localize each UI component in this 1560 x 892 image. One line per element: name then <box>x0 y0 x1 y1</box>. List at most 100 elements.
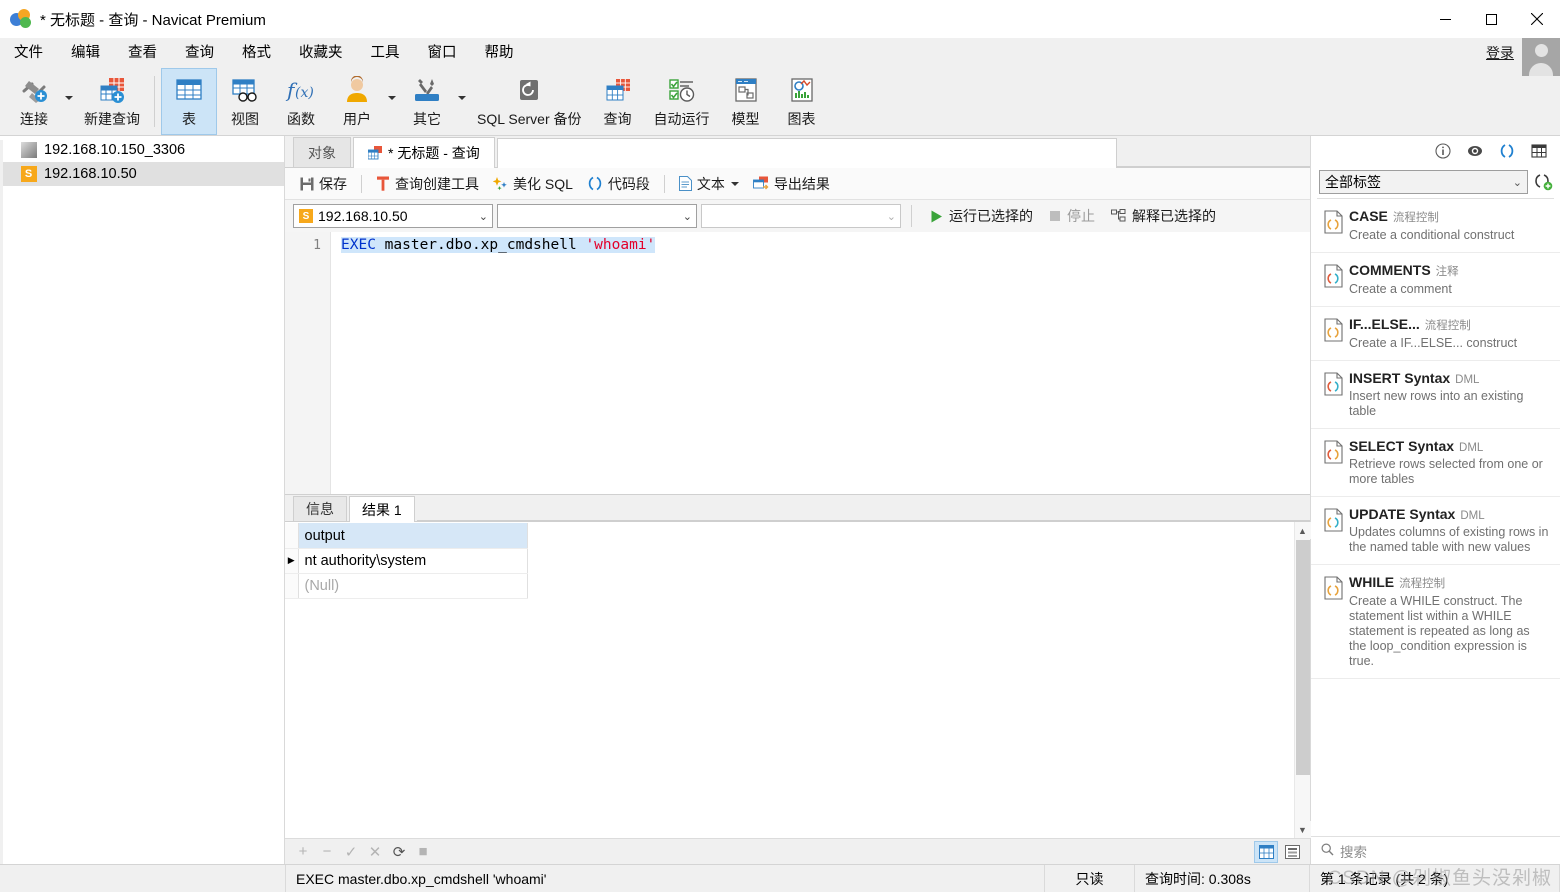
preview-icon[interactable] <box>1466 142 1484 160</box>
beautify-sql-button[interactable]: 美化 SQL <box>486 171 580 197</box>
snippet-tag-select[interactable]: 全部标签 ⌄ <box>1319 170 1528 194</box>
ribbon-query[interactable]: 查询 <box>590 68 646 135</box>
column-header-output[interactable]: output <box>298 523 528 549</box>
sidebar-item-connection-1[interactable]: S 192.168.10.50 <box>0 162 284 186</box>
ribbon-connection[interactable]: 连接 <box>6 68 62 135</box>
snippet-heading: SELECT Syntax DML <box>1349 438 1550 454</box>
menu-view[interactable]: 查看 <box>114 38 171 68</box>
table-row[interactable]: ▶ nt authority\system <box>285 548 528 574</box>
menu-query[interactable]: 查询 <box>171 38 228 68</box>
ribbon-view[interactable]: 视图 <box>217 68 273 135</box>
snippet-search-input[interactable]: 搜索 <box>1340 841 1367 861</box>
refresh-button[interactable]: ⟳ <box>387 841 411 863</box>
snippet-file-icon <box>1319 574 1349 669</box>
ribbon-user-caret[interactable] <box>385 68 399 135</box>
ribbon-model[interactable]: 模型 <box>718 68 774 135</box>
ribbon-function[interactable]: f (x) 函数 <box>273 68 329 135</box>
minimize-button[interactable] <box>1422 0 1468 38</box>
tab-result-1[interactable]: 结果 1 <box>349 496 415 523</box>
query-builder-button[interactable]: 查询创建工具 <box>369 171 486 197</box>
sidebar-item-label: 192.168.10.150_3306 <box>44 142 186 158</box>
menu-window[interactable]: 窗口 <box>414 38 471 68</box>
ribbon-connection-caret[interactable] <box>62 68 76 135</box>
snippet-description: Create a IF...ELSE... construct <box>1349 336 1518 350</box>
tab-objects[interactable]: 对象 <box>293 137 351 167</box>
menu-file[interactable]: 文件 <box>0 38 57 68</box>
menu-tools[interactable]: 工具 <box>357 38 414 68</box>
code-snippet-label: 代码段 <box>607 175 650 192</box>
ribbon-chart[interactable]: 图表 <box>774 68 830 135</box>
table-row[interactable]: (Null) <box>285 573 528 599</box>
add-snippet-button[interactable] <box>1534 173 1554 191</box>
snippet-search-row[interactable]: 搜索 <box>1311 836 1560 864</box>
tab-messages[interactable]: 信息 <box>293 496 347 522</box>
grid-view-button[interactable] <box>1254 840 1278 863</box>
cancel-change-button[interactable]: ✕ <box>363 841 387 863</box>
add-record-button[interactable]: + <box>291 841 315 863</box>
chevron-down-icon: ⌄ <box>1512 176 1522 189</box>
tab-messages-label: 信息 <box>306 501 334 518</box>
login-link[interactable]: 登录 <box>1486 43 1514 63</box>
ribbon-other-label: 其它 <box>413 111 441 127</box>
result-grid-scrollbar[interactable]: ▲ ▼ <box>1294 522 1311 838</box>
cell-output[interactable]: (Null) <box>298 573 528 599</box>
export-result-button[interactable]: 导出结果 <box>746 171 837 197</box>
list-item[interactable]: UPDATE Syntax DML Updates columns of exis… <box>1311 497 1560 565</box>
ribbon-other-caret[interactable] <box>455 68 469 135</box>
menu-favorites[interactable]: 收藏夹 <box>285 38 357 68</box>
stop-button[interactable]: 停止 <box>1043 203 1101 229</box>
form-view-button[interactable] <box>1280 841 1304 863</box>
snippet-title: IF...ELSE... <box>1349 316 1420 332</box>
info-icon[interactable] <box>1434 142 1452 160</box>
run-selected-button[interactable]: 运行已选择的 <box>924 203 1039 229</box>
result-grid-area: output ▶ nt authority\system (Null) ▲ ▼ <box>285 522 1311 838</box>
scrollbar-thumb[interactable] <box>1296 540 1310 776</box>
maximize-button[interactable] <box>1468 0 1514 38</box>
ribbon-other[interactable]: 其它 <box>399 68 455 135</box>
avatar[interactable] <box>1522 38 1560 76</box>
scroll-up-icon[interactable]: ▲ <box>1294 522 1311 540</box>
text-button[interactable]: 文本 <box>672 171 746 197</box>
snippet-list[interactable]: CASE 流程控制 Create a conditional construct <box>1311 199 1560 836</box>
snippet-content: IF...ELSE... 流程控制 Create a IF...ELSE... c… <box>1349 316 1550 351</box>
code-snippet-button[interactable]: 代码段 <box>580 171 657 197</box>
database-select[interactable]: ⌄ <box>497 204 697 228</box>
save-button[interactable]: 保存 <box>293 171 354 197</box>
sql-code-area[interactable]: EXEC master.dbo.xp_cmdshell 'whoami' <box>331 232 1310 494</box>
list-item[interactable]: SELECT Syntax DML Retrieve rows selected … <box>1311 429 1560 497</box>
menu-format[interactable]: 格式 <box>228 38 285 68</box>
remove-record-button[interactable]: − <box>315 841 339 863</box>
ribbon-user[interactable]: 用户 <box>329 68 385 135</box>
cell-output[interactable]: nt authority\system <box>298 548 528 574</box>
ribbon-new-query[interactable]: 新建查询 <box>76 68 148 135</box>
schema-select[interactable]: ⌄ <box>701 204 901 228</box>
ribbon-sqlserver-backup[interactable]: SQL Server 备份 <box>469 68 590 135</box>
menu-help[interactable]: 帮助 <box>471 38 528 68</box>
explain-selected-button[interactable]: 解释已选择的 <box>1105 203 1222 229</box>
scroll-down-icon[interactable]: ▼ <box>1294 821 1311 838</box>
text-dropdown-caret[interactable] <box>730 181 739 186</box>
sql-editor[interactable]: 1 EXEC master.dbo.xp_cmdshell 'whoami' <box>285 232 1310 496</box>
plug-plus-icon <box>17 73 51 107</box>
save-label: 保存 <box>319 175 347 192</box>
menu-edit[interactable]: 编辑 <box>57 38 114 68</box>
connection-select[interactable]: S 192.168.10.50 ⌄ <box>293 204 493 228</box>
list-item[interactable]: CASE 流程控制 Create a conditional construct <box>1311 199 1560 253</box>
list-item[interactable]: COMMENTS 注释 Create a comment <box>1311 253 1560 307</box>
list-item[interactable]: IF...ELSE... 流程控制 Create a IF...ELSE... c… <box>1311 307 1560 361</box>
stop-button[interactable]: ■ <box>411 841 435 863</box>
close-button[interactable] <box>1514 0 1560 38</box>
result-table: output ▶ nt authority\system (Null) <box>285 523 528 599</box>
ribbon-automation[interactable]: 自动运行 <box>646 68 718 135</box>
apply-change-button[interactable]: ✓ <box>339 841 363 863</box>
snippet-category: DML <box>1460 510 1485 522</box>
sidebar-item-connection-0[interactable]: 192.168.10.150_3306 <box>0 138 284 162</box>
list-item[interactable]: WHILE 流程控制 Create a WHILE construct. The … <box>1311 565 1560 679</box>
tab-untitled-query[interactable]: * 无标题 - 查询 <box>353 137 495 168</box>
ribbon-table[interactable]: 表 <box>161 68 217 135</box>
result-grid[interactable]: output ▶ nt authority\system (Null) <box>285 522 1294 838</box>
code-snippet-icon[interactable] <box>1498 142 1516 160</box>
sql-token-string: 'whoami' <box>585 237 656 253</box>
list-item[interactable]: INSERT Syntax DML Insert new rows into an… <box>1311 361 1560 429</box>
structure-icon[interactable] <box>1530 142 1548 160</box>
